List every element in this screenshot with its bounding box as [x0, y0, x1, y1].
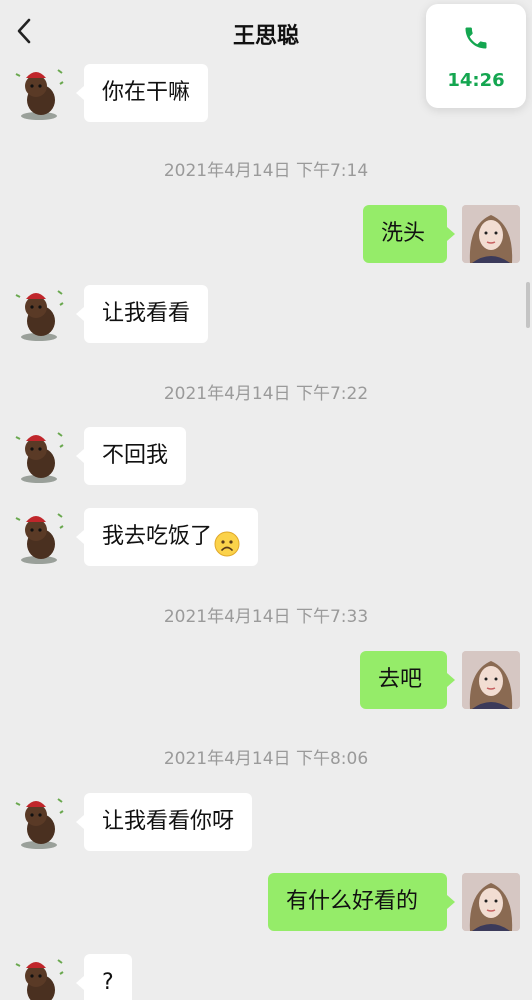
message-row-incoming: 你在干嘛 — [0, 64, 532, 122]
message-row-incoming: ? — [0, 954, 532, 1000]
message-row-outgoing: 洗头 — [0, 205, 532, 263]
frown-emoji-icon — [214, 522, 240, 557]
message-bubble[interactable]: 不回我 — [75, 427, 187, 485]
message-bubble[interactable]: 去吧 — [360, 651, 455, 709]
message-bubble[interactable]: ? — [76, 954, 132, 1000]
message-bubble[interactable]: 洗头 — [363, 205, 455, 263]
message-row-incoming: 让我看看 — [0, 285, 532, 343]
contact-avatar[interactable] — [10, 64, 68, 122]
message-row-incoming: 不回我 — [0, 427, 532, 485]
message-row-outgoing: 去吧 — [0, 651, 532, 709]
timestamp: 2021年4月14日 下午7:22 — [163, 384, 369, 404]
contact-avatar[interactable] — [10, 427, 68, 485]
contact-avatar[interactable] — [10, 793, 68, 851]
timestamp: 2021年4月14日 下午7:14 — [163, 161, 369, 181]
phone-icon — [462, 24, 490, 52]
my-avatar[interactable] — [462, 205, 520, 263]
message-row-outgoing: 有什么好看的 — [0, 873, 532, 931]
message-bubble[interactable]: 我去吃饭了 — [75, 508, 259, 566]
contact-avatar[interactable] — [10, 285, 68, 343]
contact-avatar[interactable] — [10, 954, 68, 1000]
my-avatar[interactable] — [462, 873, 520, 931]
timestamp: 2021年4月14日 下午7:33 — [163, 607, 369, 627]
message-bubble[interactable]: 有什么好看的 — [268, 873, 455, 931]
message-text: 我去吃饭了 — [102, 524, 213, 549]
message-row-incoming: 让我看看你呀 — [0, 793, 532, 851]
message-bubble[interactable]: 你在干嘛 — [75, 64, 209, 122]
my-avatar[interactable] — [462, 651, 520, 709]
message-bubble[interactable]: 让我看看 — [75, 285, 209, 343]
timestamp: 2021年4月14日 下午8:06 — [163, 749, 369, 769]
message-bubble[interactable]: 让我看看你呀 — [75, 793, 253, 851]
message-row-incoming: 我去吃饭了 — [0, 508, 532, 566]
contact-avatar[interactable] — [10, 508, 68, 566]
